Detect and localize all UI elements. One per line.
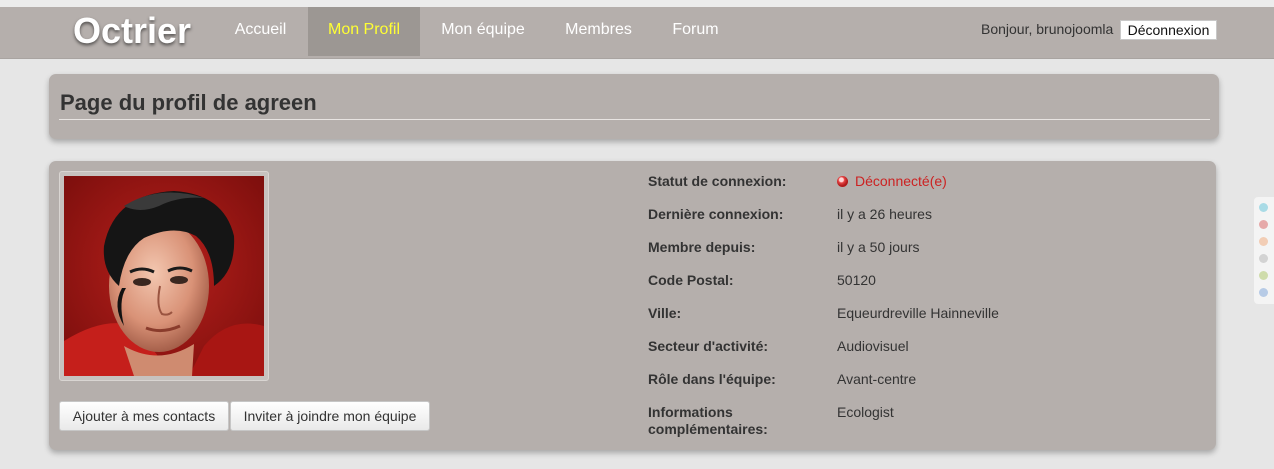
- color-dot-red[interactable]: [1259, 220, 1268, 229]
- field-value-postal-code: 50120: [837, 272, 876, 288]
- field-value-member-since: il y a 50 jours: [837, 239, 920, 255]
- nav-mon-equipe[interactable]: Mon équipe: [421, 7, 545, 56]
- color-dot-gray[interactable]: [1259, 254, 1268, 263]
- top-strip: [0, 0, 1274, 7]
- user-greeting: Bonjour, brunojoomla: [981, 21, 1114, 37]
- field-label-status: Statut de connexion:: [648, 173, 787, 189]
- field-label-team-role: Rôle dans l'équipe:: [648, 371, 776, 387]
- color-dot-peach[interactable]: [1259, 237, 1268, 246]
- page-title-panel: Page du profil de agreen: [49, 74, 1219, 139]
- color-dot-blue[interactable]: [1259, 288, 1268, 297]
- field-value-team-role: Avant-centre: [837, 371, 917, 387]
- title-divider: [59, 119, 1210, 120]
- logout-button[interactable]: Déconnexion: [1120, 20, 1217, 40]
- add-contact-button[interactable]: Ajouter à mes contacts: [59, 401, 229, 431]
- side-color-switcher: [1254, 197, 1274, 304]
- profile-photo-image: [64, 176, 264, 376]
- profile-panel: Ajouter à mes contacts Inviter à joindre…: [49, 161, 1216, 450]
- field-label-last-login: Dernière connexion:: [648, 206, 784, 222]
- page-title: Page du profil de agreen: [60, 90, 317, 115]
- field-label-additional-info: Informations complémentaires:: [648, 404, 768, 437]
- field-label-sector: Secteur d'activité:: [648, 338, 769, 354]
- profile-photo: [59, 171, 269, 381]
- field-value-additional-info: Ecologist: [837, 404, 894, 420]
- field-value-city: Equeurdreville Hainneville: [837, 305, 999, 321]
- field-label-member-since: Membre depuis:: [648, 239, 756, 255]
- nav-membres[interactable]: Membres: [546, 7, 651, 56]
- nav-accueil[interactable]: Accueil: [215, 7, 306, 56]
- status-text: Déconnecté(e): [855, 173, 947, 189]
- brand-logo[interactable]: Octrier: [73, 9, 191, 53]
- nav-mon-profil[interactable]: Mon Profil: [308, 7, 420, 56]
- color-dot-cyan[interactable]: [1259, 203, 1268, 212]
- field-label-postal-code: Code Postal:: [648, 272, 734, 288]
- field-value-last-login: il y a 26 heures: [837, 206, 932, 222]
- field-value-status: Déconnecté(e): [837, 173, 947, 190]
- nav-forum[interactable]: Forum: [652, 7, 739, 56]
- field-value-sector: Audiovisuel: [837, 338, 909, 354]
- top-navbar: Octrier Accueil Mon Profil Mon équipe Me…: [0, 7, 1274, 59]
- offline-status-icon: [837, 176, 848, 187]
- color-dot-green[interactable]: [1259, 271, 1268, 280]
- invite-team-button[interactable]: Inviter à joindre mon équipe: [230, 401, 430, 431]
- field-label-city: Ville:: [648, 305, 682, 321]
